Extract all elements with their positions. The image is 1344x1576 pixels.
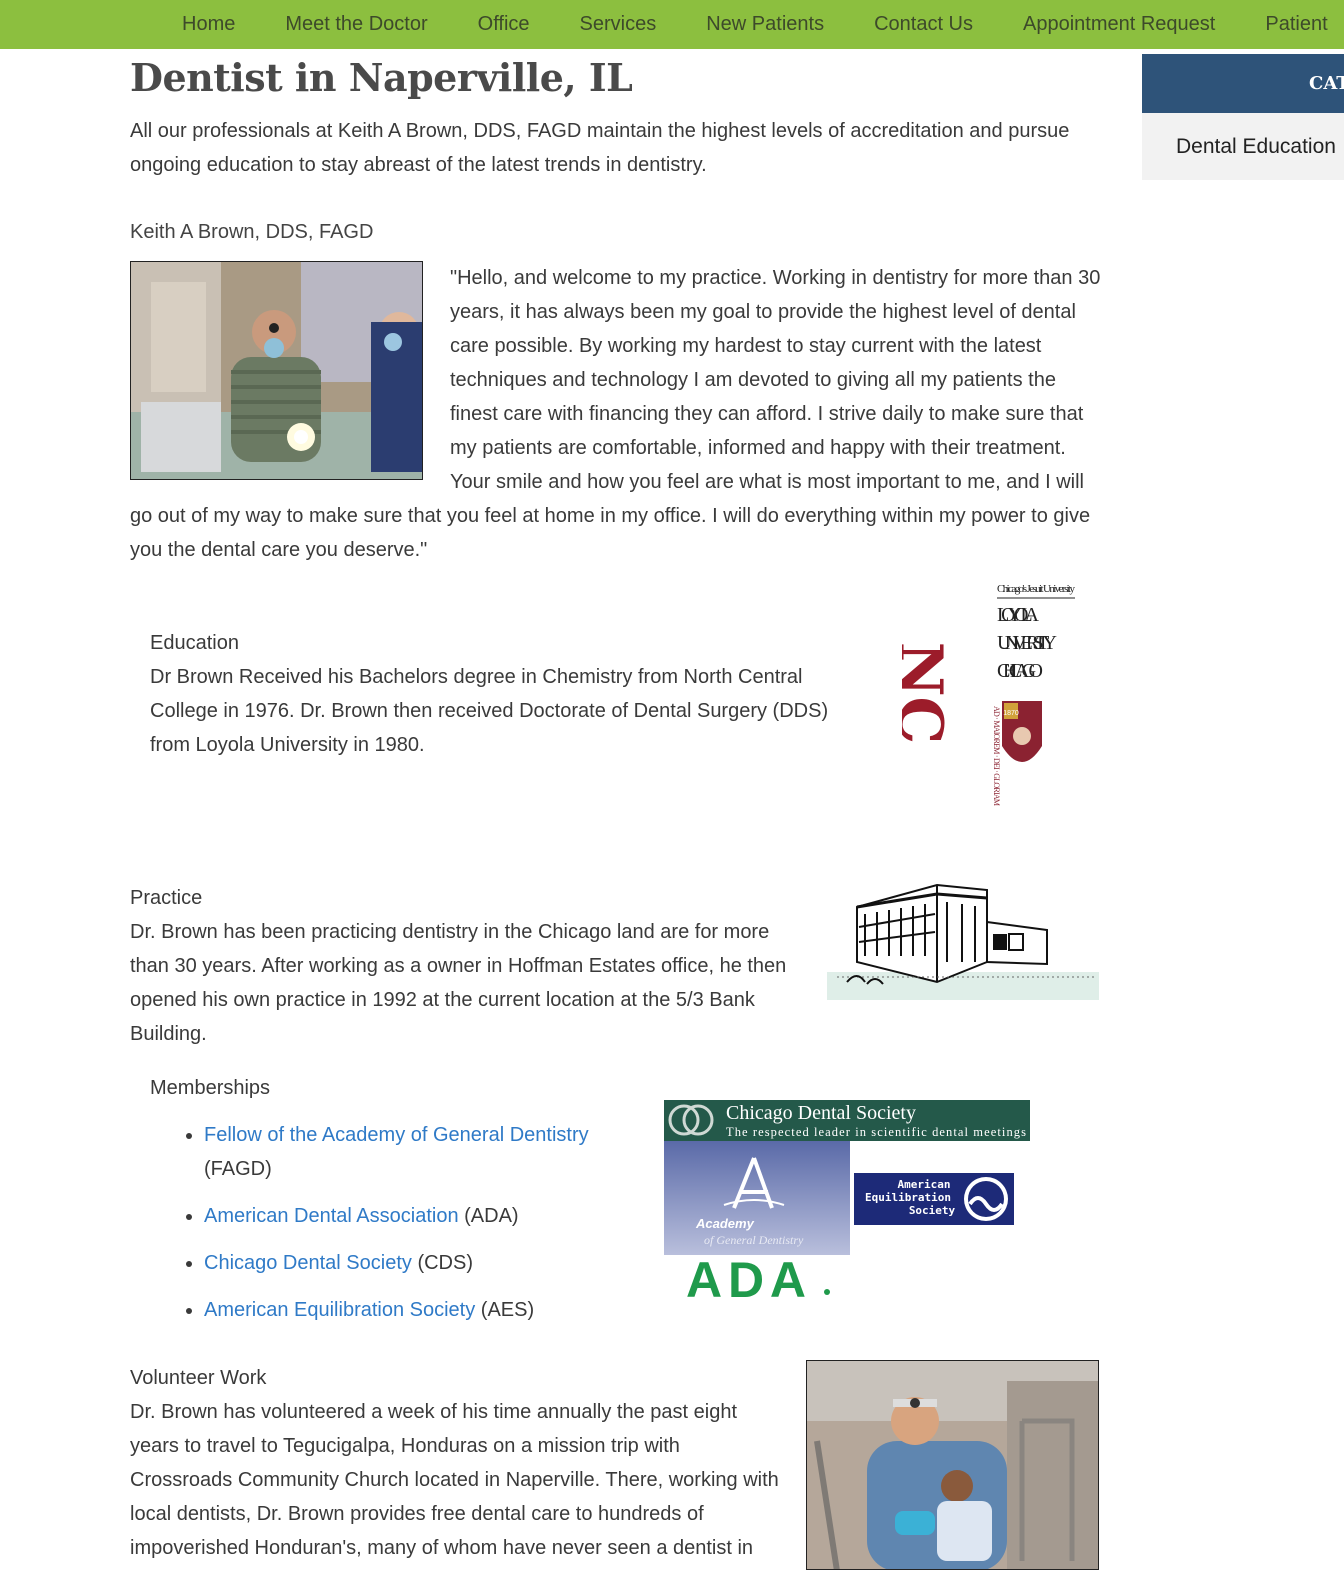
link-cds[interactable]: Chicago Dental Society [204, 1252, 412, 1274]
nav-item-appointment-request[interactable]: Appointment Request [998, 0, 1240, 49]
memberships-list: Fellow of the Academy of General Dentist… [150, 1118, 630, 1327]
memberships-heading: Memberships [150, 1077, 271, 1099]
chicago-dental-society-logo: Chicago Dental Society The respected lea… [664, 1100, 1030, 1141]
cds-title: Chicago Dental Society [726, 1102, 916, 1124]
nav-item-home[interactable]: Home [157, 0, 260, 49]
volunteer-photo [806, 1360, 1099, 1570]
volunteer-photo-image [807, 1361, 1098, 1569]
aes-line-3: Society [909, 1204, 956, 1217]
building-sketch [827, 882, 1099, 1000]
nav-item-meet-the-doctor[interactable]: Meet the Doctor [260, 0, 452, 49]
doctor-photo [130, 261, 423, 480]
link-ada[interactable]: American Dental Association [204, 1205, 459, 1227]
page-title: Dentist in Naperville, IL [130, 55, 633, 100]
education-section: Education Dr Brown Received his Bachelor… [150, 626, 870, 762]
doctor-photo-image [131, 262, 422, 479]
education-heading: Education [150, 632, 239, 654]
volunteer-heading: Volunteer Work [130, 1367, 267, 1389]
membership-item: Fellow of the Academy of General Dentist… [204, 1118, 630, 1186]
loyola-line-1: LOYOLA [997, 604, 1040, 626]
volunteer-section: Volunteer Work Dr. Brown has volunteered… [130, 1361, 780, 1565]
education-logos: NC Chicago's Jesuit University LOYOLA UN… [885, 576, 1082, 806]
agd-line-1: Academy [695, 1216, 755, 1231]
nav-item-contact-us[interactable]: Contact Us [849, 0, 998, 49]
practice-section: Practice Dr. Brown has been practicing d… [130, 881, 800, 1051]
aes-line-1: American [898, 1178, 951, 1191]
intro-text: All our professionals at Keith A Brown, … [130, 120, 1070, 176]
welcome-section: "Hello, and welcome to my practice. Work… [130, 261, 1102, 567]
nav-item-services[interactable]: Services [555, 0, 682, 49]
american-equilibration-society-logo: American Equilibration Society [854, 1173, 1014, 1225]
membership-suffix: (AES) [475, 1299, 535, 1321]
membership-suffix: (CDS) [411, 1252, 473, 1274]
doctor-name: Keith A Brown, DDS, FAGD [130, 221, 374, 243]
aes-line-2: Equilibration [865, 1191, 951, 1204]
agd-logo: Academy of General Dentistry [664, 1141, 850, 1255]
loyola-seal-motto: AD · MAIOREM · DEI · GLORIAM [992, 706, 1001, 806]
link-aes[interactable]: American Equilibration Society [204, 1299, 475, 1321]
education-logos-image: NC Chicago's Jesuit University LOYOLA UN… [885, 583, 1076, 806]
top-nav: Home Meet the Doctor Office Services New… [0, 0, 1344, 49]
membership-item: American Equilibration Society (AES) [204, 1293, 630, 1327]
sidebar: CAT Dental Education [1142, 54, 1344, 180]
loyola-tagline: Chicago's Jesuit University [997, 583, 1076, 595]
education-text: Dr Brown Received his Bachelors degree i… [150, 666, 829, 756]
nav-item-new-patients[interactable]: New Patients [681, 0, 849, 49]
practice-text: Dr. Brown has been practicing dentistry … [130, 921, 787, 1045]
membership-logos-image: Chicago Dental Society The respected lea… [664, 1100, 1030, 1308]
membership-logos: Chicago Dental Society The respected lea… [664, 1100, 1030, 1308]
membership-suffix: (FAGD) [204, 1158, 272, 1180]
cds-subtitle: The respected leader in scientific denta… [726, 1125, 1026, 1139]
main-content: Dentist in Naperville, IL All our profes… [130, 55, 1102, 1570]
sidebar-header: CAT [1142, 54, 1344, 113]
north-central-college-logo: NC [885, 631, 955, 755]
agd-line-2: of General Dentistry [704, 1233, 804, 1247]
bank-building-image [827, 882, 1099, 1000]
volunteer-text: Dr. Brown has volunteered a week of his … [130, 1401, 779, 1559]
membership-suffix: (ADA) [458, 1205, 519, 1227]
loyola-line-2: UNIVERSITY [997, 632, 1057, 654]
nav-item-patient[interactable]: Patient [1240, 0, 1344, 49]
loyola-year: 1870 [1003, 710, 1019, 717]
ada-letters: ADA [686, 1252, 806, 1300]
sidebar-item-dental-education[interactable]: Dental Education [1142, 113, 1344, 180]
membership-item: American Dental Association (ADA) [204, 1199, 630, 1233]
memberships-section: Memberships Fellow of the Academy of Gen… [150, 1071, 630, 1340]
practice-heading: Practice [130, 887, 203, 909]
link-agd[interactable]: Fellow of the Academy of General Dentist… [204, 1124, 589, 1146]
membership-item: Chicago Dental Society (CDS) [204, 1246, 630, 1280]
nav-item-office[interactable]: Office [453, 0, 555, 49]
ada-logo: ADA [686, 1252, 830, 1308]
nav-menu: Home Meet the Doctor Office Services New… [157, 0, 1344, 49]
loyola-line-3: CHICAGO [997, 660, 1043, 682]
loyola-university-logo: Chicago's Jesuit University LOYOLA UNIVE… [992, 583, 1076, 806]
nc-logo-letters: NC [902, 642, 955, 745]
